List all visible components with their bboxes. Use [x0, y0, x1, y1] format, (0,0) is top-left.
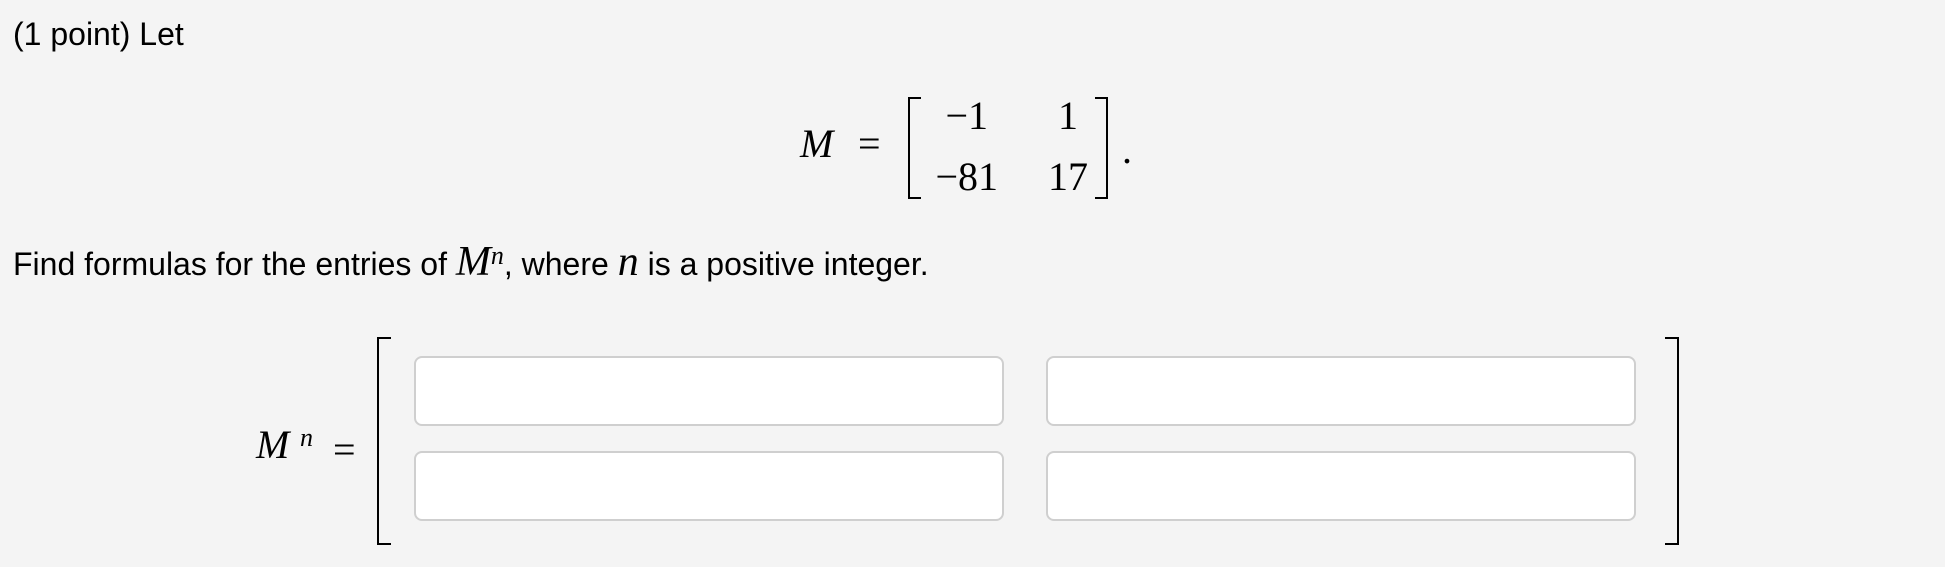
instruction-prefix: Find formulas for the entries of — [13, 246, 456, 282]
answer-symbol: M — [256, 422, 290, 467]
matrix-right-bracket — [1095, 97, 1108, 199]
answer-field-1-2[interactable] — [1046, 356, 1636, 426]
instruction-suffix: is a positive integer. — [638, 246, 929, 282]
matrix-entry-1-2: 1 — [1058, 93, 1078, 138]
matrix-trailing-period: . — [1122, 127, 1132, 172]
matrix-entry-1-1: −1 — [945, 93, 988, 138]
matrix-symbol: M — [800, 121, 834, 166]
instruction-sup-n: n — [490, 241, 504, 270]
matrix-equals: = — [858, 121, 881, 166]
matrix-entry-2-1: −81 — [935, 154, 998, 199]
matrix-entry-2-2: 17 — [1048, 154, 1088, 199]
instruction-middle: , where — [503, 246, 618, 282]
answer-field-1-1[interactable] — [414, 356, 1004, 426]
instruction-var-M: M — [455, 239, 491, 285]
answer-right-bracket — [1665, 337, 1679, 545]
answer-equals: = — [333, 427, 356, 472]
answer-field-2-2[interactable] — [1046, 451, 1636, 521]
answer-left-bracket — [377, 337, 391, 545]
instruction-text: Find formulas for the entries of Mn, whe… — [13, 240, 929, 286]
answer-power: n — [300, 423, 313, 452]
instruction-var-n: n — [617, 239, 639, 285]
problem-header: (1 point) Let — [13, 16, 184, 52]
answer-field-2-1[interactable] — [414, 451, 1004, 521]
